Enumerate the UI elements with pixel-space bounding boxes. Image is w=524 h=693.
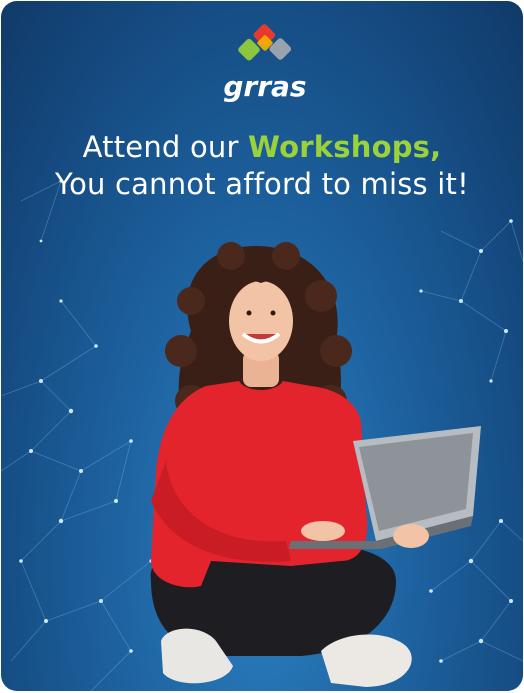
workshop-promo-card: grras Attend our Workshops, You cannot a… xyxy=(1,1,523,691)
woman-with-laptop-image xyxy=(150,242,481,687)
face xyxy=(229,281,293,361)
right-sneaker xyxy=(321,634,412,687)
